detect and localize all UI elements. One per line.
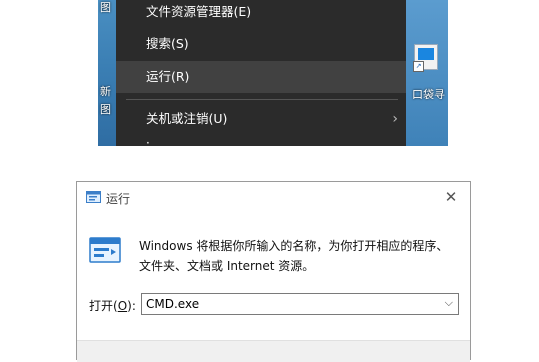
menu-separator — [126, 99, 398, 100]
run-app-icon — [86, 191, 101, 203]
description-line: 文件夹、文档或 Internet 资源。 — [139, 259, 315, 273]
run-dialog: 运行 ✕ Windows 将根据你所输入的名称，为你打开相应的程序、 文件夹、文… — [76, 181, 471, 362]
desktop-shortcut-icon[interactable]: ↗ — [413, 44, 438, 72]
menu-item-file-explorer[interactable]: 文件资源管理器(E) — [116, 0, 406, 28]
start-context-menu-screenshot: 图 新 图 文件资源管理器(E) 搜索(S) 运行(R) 关机或注销(U) › … — [98, 0, 448, 146]
menu-item-label: 文件资源管理器(E) — [146, 4, 252, 19]
desktop-shortcut-label: 口袋寻 — [412, 88, 445, 101]
dialog-button-area — [77, 340, 470, 362]
partial-menu-glyph: · — [146, 136, 150, 146]
dialog-description: Windows 将根据你所输入的名称，为你打开相应的程序、 文件夹、文档或 In… — [139, 236, 459, 276]
menu-item-label: 运行(R) — [146, 69, 190, 84]
open-input-value[interactable]: CMD.exe — [146, 297, 199, 311]
run-app-icon — [89, 237, 121, 263]
open-label: 打开(O): — [89, 299, 136, 313]
description-line: Windows 将根据你所输入的名称，为你打开相应的程序、 — [139, 239, 449, 253]
dropdown-chevron-icon[interactable]: ⌵ — [445, 296, 453, 310]
context-menu: 文件资源管理器(E) 搜索(S) 运行(R) 关机或注销(U) › · — [116, 0, 406, 146]
close-icon[interactable]: ✕ — [438, 185, 464, 209]
dialog-title: 运行 — [106, 192, 131, 206]
menu-item-label: 关机或注销(U) — [146, 111, 228, 126]
desktop-right-strip: ↗ 口袋寻 — [406, 0, 448, 146]
menu-item-search[interactable]: 搜索(S) — [116, 28, 406, 60]
menu-item-run[interactable]: 运行(R) — [116, 61, 406, 93]
submenu-arrow-icon: › — [392, 111, 398, 127]
menu-item-label: 搜索(S) — [146, 36, 189, 51]
desktop-text: 图 — [100, 103, 111, 116]
menu-item-shutdown-signout[interactable]: 关机或注销(U) › — [116, 103, 406, 135]
desktop-text: 新 — [100, 85, 111, 98]
desktop-text: 图 — [100, 1, 111, 14]
desktop-left-strip: 图 新 图 — [98, 0, 116, 146]
title-bar[interactable]: 运行 ✕ — [77, 182, 470, 212]
open-combobox[interactable]: CMD.exe ⌵ — [141, 293, 459, 315]
